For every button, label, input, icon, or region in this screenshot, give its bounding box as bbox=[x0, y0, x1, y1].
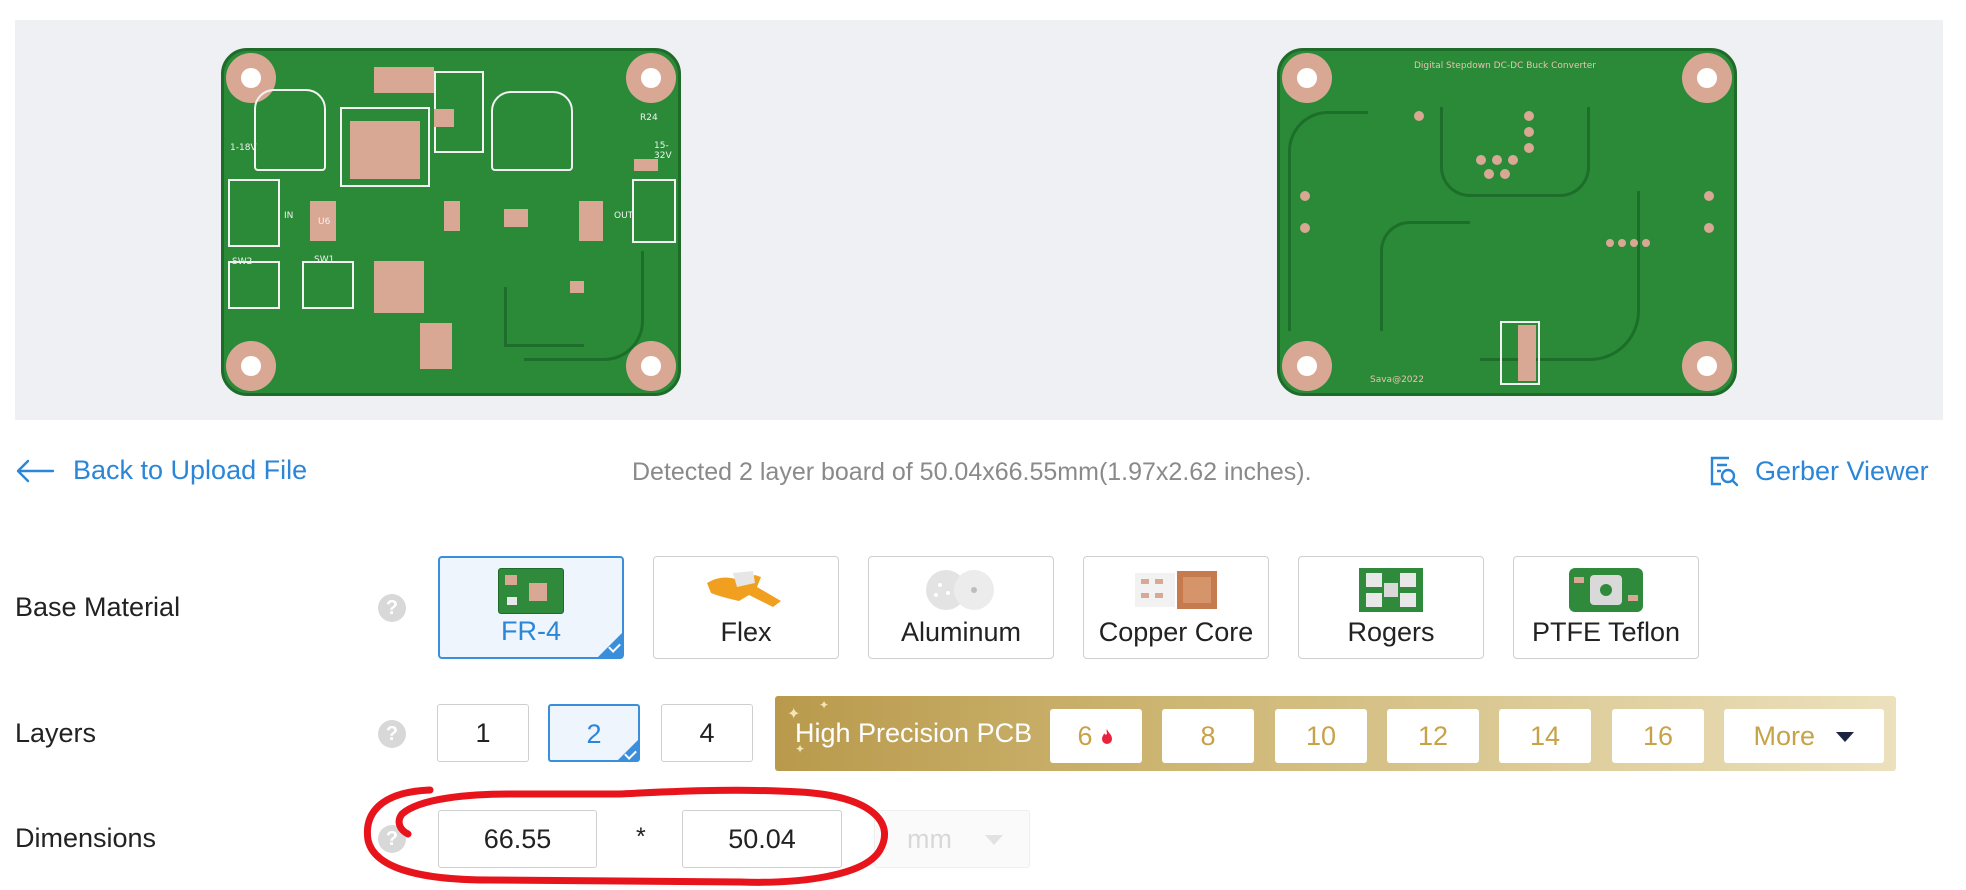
pcb-bottom-view: Digital Stepdown DC-DC Buck Converter Sa… bbox=[1277, 48, 1737, 396]
material-option-copper-core[interactable]: Copper Core bbox=[1083, 556, 1269, 659]
layer-option-6[interactable]: 6 bbox=[1050, 709, 1142, 763]
dimensions-label: Dimensions bbox=[15, 823, 157, 853]
high-precision-pcb-label: High Precision PCB bbox=[795, 718, 1033, 748]
material-option-fr4[interactable]: FR-4 bbox=[438, 556, 624, 659]
back-link-label: Back to Upload File bbox=[73, 455, 308, 485]
layer-option-label: 2 bbox=[586, 719, 602, 749]
detected-board-info: Detected 2 layer board of 50.04x66.55mm(… bbox=[632, 458, 1312, 486]
layer-option-4[interactable]: 4 bbox=[661, 704, 753, 762]
copper-core-pcb-icon bbox=[1135, 571, 1217, 609]
ptfe-teflon-pcb-icon bbox=[1569, 568, 1643, 612]
fr4-thumbnail-icon bbox=[498, 568, 564, 614]
material-label: Copper Core bbox=[1098, 617, 1254, 647]
material-label: Aluminum bbox=[900, 617, 1022, 647]
gerber-viewer-icon bbox=[1710, 456, 1739, 487]
board-signature-text: Sava@2022 bbox=[1370, 375, 1424, 385]
caret-down-icon bbox=[985, 835, 1003, 845]
pcb-preview-panel: SW2 SW1 U6 IN OUT 15-32V 1-18V R24 Digit… bbox=[15, 20, 1943, 420]
base-material-label: Base Material bbox=[15, 592, 181, 622]
layer-option-16[interactable]: 16 bbox=[1612, 709, 1704, 763]
fire-hot-icon bbox=[1101, 729, 1112, 744]
material-label: FR-4 bbox=[501, 616, 561, 646]
material-option-aluminum[interactable]: Aluminum bbox=[868, 556, 1054, 659]
gerber-viewer-label: Gerber Viewer bbox=[1755, 455, 1929, 486]
base-material-help-icon[interactable]: ? bbox=[378, 594, 406, 622]
rogers-pcb-icon bbox=[1359, 568, 1423, 612]
layers-label: Layers bbox=[15, 718, 97, 748]
layer-option-1[interactable]: 1 bbox=[437, 704, 529, 762]
sparkle-icon: ✦ bbox=[819, 698, 830, 712]
red-annotation-circle bbox=[363, 786, 888, 886]
selected-check-icon bbox=[597, 632, 623, 658]
layer-option-14[interactable]: 14 bbox=[1499, 709, 1591, 763]
unit-value: mm bbox=[907, 824, 952, 854]
layer-option-label: 6 bbox=[1077, 721, 1093, 751]
material-label: Flex bbox=[720, 617, 772, 647]
back-to-upload-link[interactable]: Back to Upload File bbox=[15, 455, 307, 486]
aluminum-pcb-icon bbox=[926, 570, 994, 610]
gerber-viewer-link[interactable]: Gerber Viewer bbox=[1707, 455, 1929, 487]
more-layers-dropdown[interactable]: More bbox=[1724, 709, 1884, 763]
caret-down-icon bbox=[1835, 732, 1854, 742]
more-label: More bbox=[1753, 721, 1815, 751]
layer-option-8[interactable]: 8 bbox=[1162, 709, 1254, 763]
material-option-ptfe-teflon[interactable]: PTFE Teflon bbox=[1513, 556, 1699, 659]
layer-option-2[interactable]: 2 bbox=[548, 704, 640, 762]
layers-help-icon[interactable]: ? bbox=[378, 720, 406, 748]
material-option-flex[interactable]: Flex bbox=[653, 556, 839, 659]
layer-option-12[interactable]: 12 bbox=[1387, 709, 1479, 763]
selected-check-icon bbox=[617, 739, 639, 761]
material-option-rogers[interactable]: Rogers bbox=[1298, 556, 1484, 659]
board-title-text: Digital Stepdown DC-DC Buck Converter bbox=[1414, 61, 1596, 71]
arrow-left-icon bbox=[16, 459, 55, 482]
flex-pcb-icon bbox=[707, 571, 781, 607]
material-label: PTFE Teflon bbox=[1531, 617, 1681, 647]
pcb-top-view: SW2 SW1 U6 IN OUT 15-32V 1-18V R24 bbox=[221, 48, 681, 396]
material-label: Rogers bbox=[1347, 617, 1435, 647]
layer-option-10[interactable]: 10 bbox=[1275, 709, 1367, 763]
